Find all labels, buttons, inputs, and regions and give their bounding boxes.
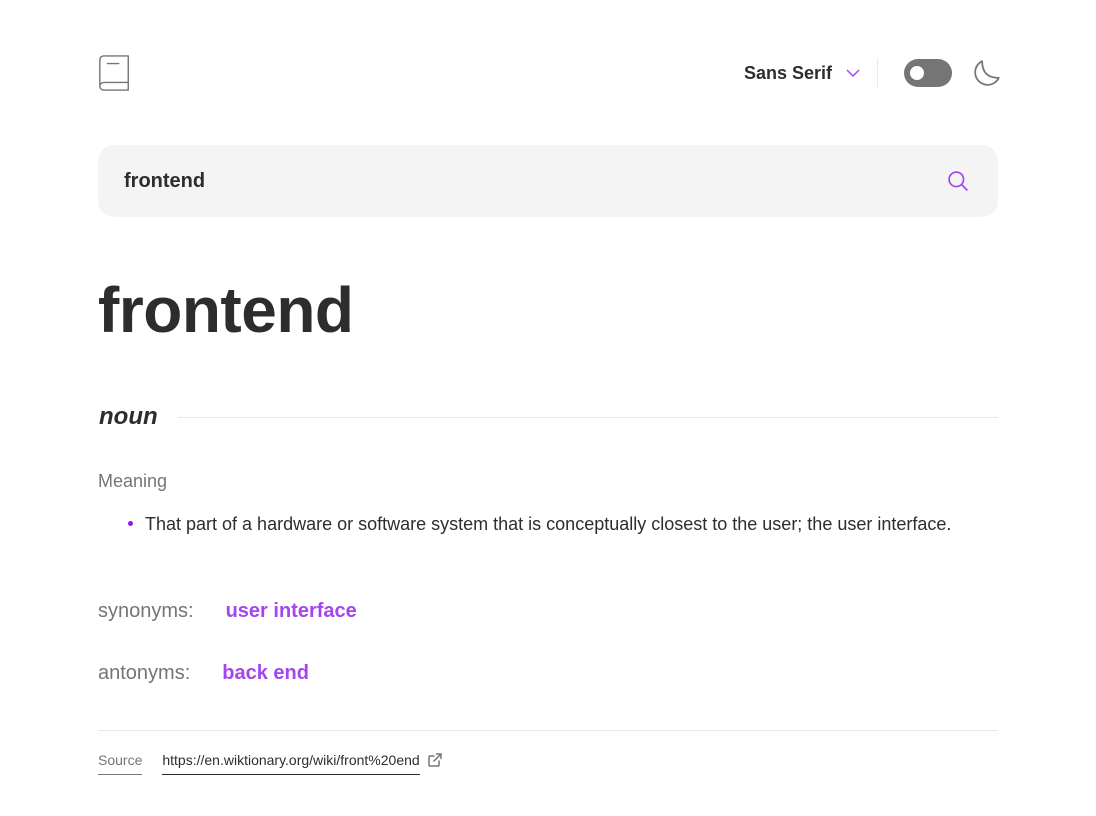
search-bar [98, 145, 998, 217]
book-icon[interactable] [98, 55, 132, 91]
antonyms-row: antonyms: back end [98, 659, 309, 687]
header-divider [877, 58, 878, 88]
source-row: Source https://en.wiktionary.org/wiki/fr… [98, 750, 442, 776]
moon-icon[interactable] [974, 60, 1000, 86]
part-of-speech-divider [178, 417, 998, 418]
toggle-knob [910, 66, 924, 80]
chevron-down-icon [846, 69, 860, 77]
antonym-link[interactable]: back end [222, 662, 309, 685]
theme-toggle[interactable] [904, 59, 952, 87]
external-link-icon[interactable] [427, 753, 442, 767]
font-selector[interactable]: Sans Serif [744, 60, 860, 86]
source-link[interactable]: https://en.wiktionary.org/wiki/front%20e… [162, 750, 420, 775]
word-title: frontend [98, 274, 354, 346]
font-selector-label: Sans Serif [743, 62, 832, 83]
search-input[interactable] [124, 145, 924, 217]
definition-text: That part of a hardware or software syst… [145, 514, 952, 534]
synonym-link[interactable]: user interface [226, 600, 357, 623]
app: Sans Serif frontend noun Meaning That pa… [98, 0, 1000, 816]
synonyms-label: synonyms: [98, 599, 194, 622]
antonyms-label: antonyms: [98, 661, 191, 684]
synonyms-row: synonyms: user interface [98, 597, 357, 625]
definition-list: That part of a hardware or software syst… [98, 510, 958, 538]
part-of-speech-row: noun [98, 400, 998, 434]
meaning-heading: Meaning [98, 471, 168, 491]
search-icon[interactable] [948, 171, 968, 191]
source-label: Source [98, 750, 143, 775]
part-of-speech: noun [99, 403, 158, 430]
definition-item: That part of a hardware or software syst… [98, 510, 958, 538]
header: Sans Serif [98, 52, 1000, 94]
footer-divider [98, 730, 998, 731]
bullet-icon [128, 521, 133, 526]
